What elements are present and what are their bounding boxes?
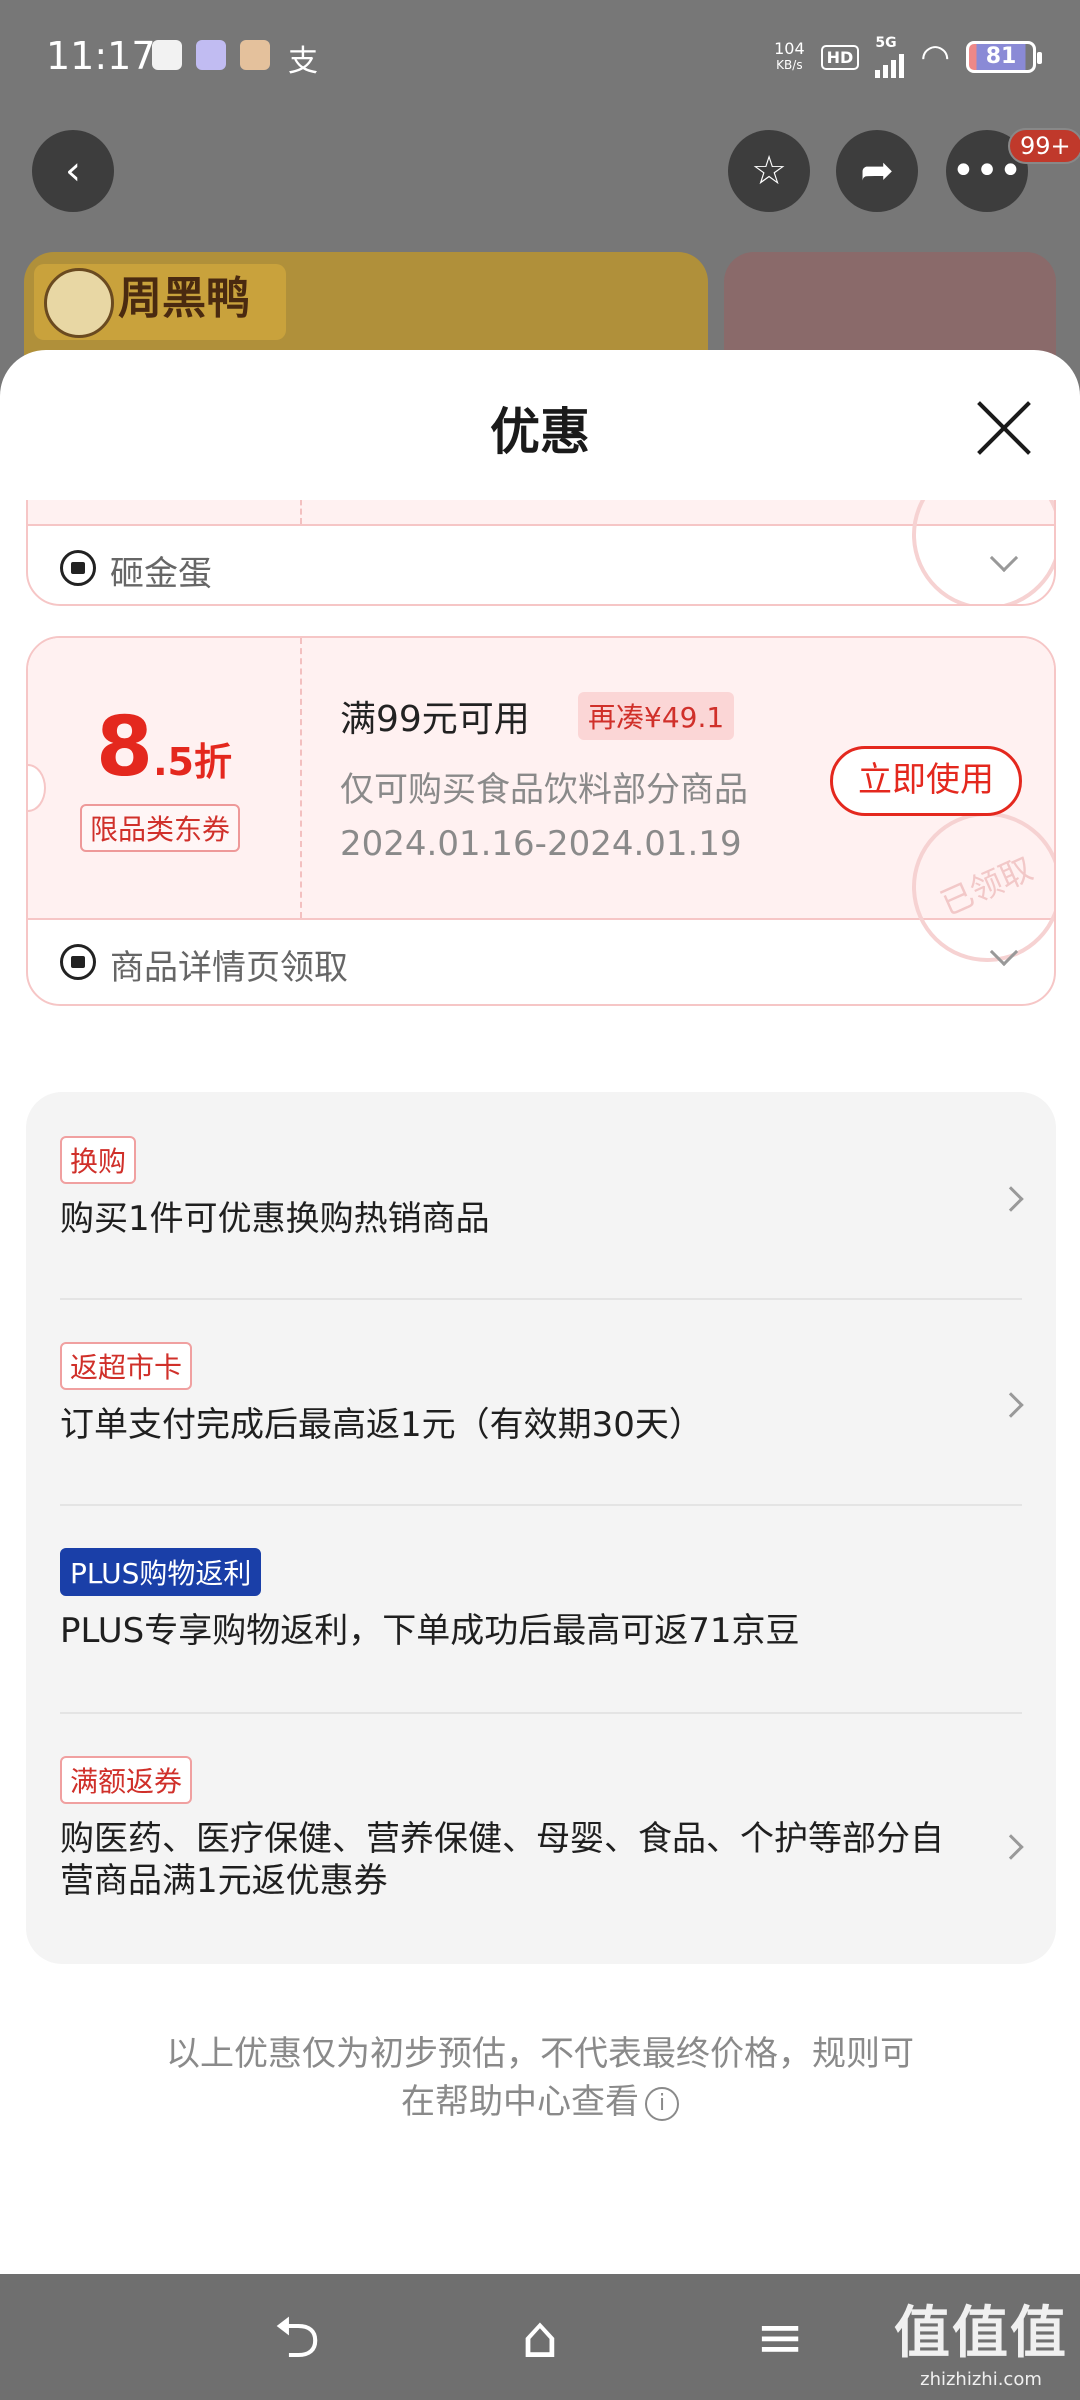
share-icon: ➦ [860, 148, 894, 194]
coupon-divider [300, 638, 302, 918]
app-notification-icon [240, 40, 270, 70]
home-icon: ⌂ [521, 2303, 559, 2371]
discount-value: 8 [96, 700, 154, 795]
system-menu-button[interactable]: ≡ [745, 2304, 815, 2374]
divider [60, 1712, 1022, 1714]
disclaimer-line-2: 在帮助中心查看 i [0, 2078, 1080, 2126]
close-icon[interactable] [972, 396, 1036, 460]
watermark-url: zhizhizhi.com [920, 2369, 1042, 2390]
info-icon[interactable]: i [645, 2086, 679, 2121]
promo-item-exchange[interactable]: 换购 购买1件可优惠换购热销商品 [60, 1136, 1022, 1240]
promo-item-coupon-return[interactable]: 满额返券 购医药、医疗保健、营养保健、母婴、食品、个护等部分自营商品满1元返优惠… [60, 1756, 1022, 1902]
divider [60, 1504, 1022, 1506]
divider [60, 1298, 1022, 1300]
disclaimer-line: 以上优惠仅为初步预估，不代表最终价格，规则可 [166, 2034, 914, 2074]
coupon-date-range: 2024.01.16-2024.01.19 [340, 824, 742, 864]
coupon-discount: 8.5折 [28, 700, 300, 795]
wifi-icon: ◠ [920, 37, 950, 77]
coupon-source: 商品详情页领取 [110, 948, 348, 988]
coupon-limit-tag: 限品类东券 [80, 804, 241, 852]
mail-notification-icon [152, 40, 182, 70]
promo-text: 订单支付完成后最高返1元（有效期30天） [60, 1405, 703, 1445]
system-back-button[interactable]: ⮌ [262, 2304, 332, 2374]
coupon-description: 仅可购买食品饮料部分商品 [340, 770, 748, 810]
back-arrow-icon: ⮌ [273, 2303, 321, 2371]
hd-icon: HD [820, 44, 860, 70]
coupon-card: 砸金蛋 [26, 500, 1056, 606]
promo-text: 购买1件可优惠换购热销商品 [60, 1199, 490, 1239]
coupon-divider [300, 500, 302, 524]
background-page: 11:17 支 104 KB/s HD 5G ◠ 81 ‹ ☆ ➦ ••• 99… [0, 0, 1080, 412]
alipay-notification-icon: 支 [288, 44, 318, 79]
status-indicators: 104 KB/s HD 5G ◠ 81 [774, 35, 1042, 78]
signal-icon: 5G [875, 35, 905, 78]
brand-mascot-icon [44, 268, 114, 338]
network-speed: 104 KB/s [774, 41, 805, 73]
promo-item-supermarket-card[interactable]: 返超市卡 订单支付完成后最高返1元（有效期30天） [60, 1342, 1022, 1446]
coupon-card: 8.5折 限品类东券 满99元可用 再凑¥49.1 仅可购买食品饮料部分商品 2… [26, 636, 1056, 1006]
share-button[interactable]: ➦ [836, 130, 918, 212]
status-time: 11:17 [46, 34, 156, 78]
coupon-ticket-icon [60, 944, 96, 980]
battery-icon: 81 [966, 41, 1042, 73]
app-notification-icon [196, 40, 226, 70]
watermark-logo: 值值值 [894, 2301, 1068, 2366]
disclaimer: 以上优惠仅为初步预估，不代表最终价格，规则可 在帮助中心查看 i [0, 2030, 1080, 2126]
promotions-list: 换购 购买1件可优惠换购热销商品 返超市卡 订单支付完成后最高返1元（有效期30… [26, 1092, 1056, 1964]
promo-text: 购医药、医疗保健、营养保健、母婴、食品、个护等部分自营商品满1元返优惠券 [60, 1819, 944, 1901]
star-icon: ☆ [751, 148, 787, 194]
system-navigation-bar: ⮌ ⌂ ≡ 值值值 zhizhizhi.com [0, 2274, 1080, 2400]
use-now-button[interactable]: 立即使用 [830, 746, 1022, 816]
promo-tag: 换购 [60, 1136, 137, 1184]
promo-tag: 返超市卡 [60, 1342, 193, 1390]
favorite-button[interactable]: ☆ [728, 130, 810, 212]
coupon-source-row[interactable]: 砸金蛋 [28, 526, 1054, 604]
coupon-source-row[interactable]: 商品详情页领取 [28, 920, 1054, 1002]
promo-tag: PLUS购物返利 [60, 1548, 262, 1596]
chevron-down-icon[interactable] [989, 543, 1019, 573]
promo-text: PLUS专享购物返利，下单成功后最高可返71京豆 [60, 1611, 800, 1651]
network-speed-unit: KB/s [776, 58, 803, 72]
status-bar: 11:17 支 104 KB/s HD 5G ◠ 81 [0, 0, 1080, 118]
watermark: 值值值 zhizhizhi.com [894, 2288, 1068, 2390]
system-home-button[interactable]: ⌂ [505, 2304, 575, 2374]
chevron-down-icon[interactable] [989, 937, 1019, 967]
back-button[interactable]: ‹ [32, 130, 114, 212]
disclaimer-link[interactable]: 在帮助中心查看 [401, 2082, 639, 2122]
offers-sheet: 优惠 砸金蛋 8.5折 限品类东券 满99元可用 再凑¥49.1 仅可购买食品饮… [0, 350, 1080, 2274]
discount-unit: .5折 [153, 740, 232, 784]
promo-tag: 满额返券 [60, 1756, 193, 1804]
offers-scroll-area[interactable]: 砸金蛋 8.5折 限品类东券 满99元可用 再凑¥49.1 仅可购买食品饮料部分… [0, 500, 1080, 2274]
chevron-left-icon: ‹ [65, 148, 81, 194]
network-speed-value: 104 [774, 39, 805, 58]
menu-icon: ≡ [755, 2303, 805, 2371]
message-badge: 99+ [1008, 128, 1080, 164]
coupon-title: 满99元可用 [340, 699, 530, 740]
coupon-extra-tag: 再凑¥49.1 [578, 692, 735, 740]
sheet-title: 优惠 [490, 403, 590, 461]
coupon-source: 砸金蛋 [110, 554, 212, 594]
network-type: 5G [875, 35, 897, 51]
battery-level: 81 [985, 44, 1017, 69]
promo-item-plus-rebate: PLUS购物返利 PLUS专享购物返利，下单成功后最高可返71京豆 [60, 1548, 1022, 1652]
coupon-ticket-icon [60, 550, 96, 586]
